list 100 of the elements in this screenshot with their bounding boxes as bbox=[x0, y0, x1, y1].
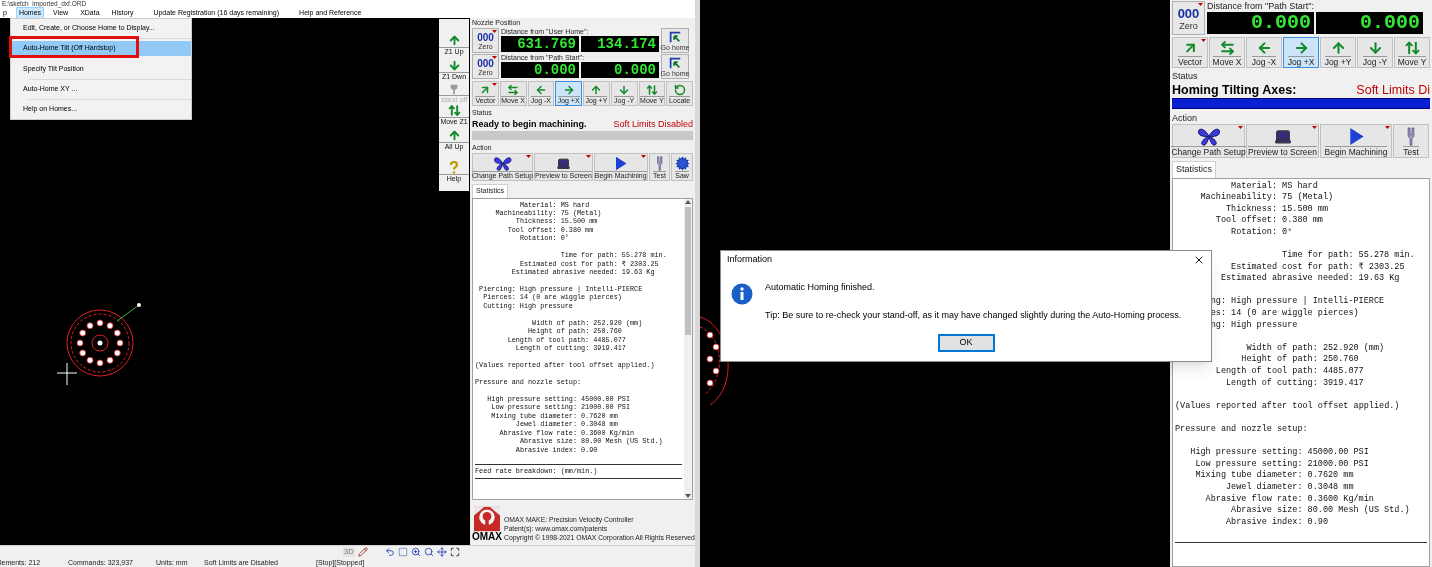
scroll-up-icon[interactable] bbox=[685, 198, 691, 205]
coordinate-display: 631.769 bbox=[501, 36, 579, 52]
right-arrow-icon bbox=[562, 84, 575, 96]
position-caption: Distance from "Path Start": bbox=[1207, 1, 1315, 12]
jog-button[interactable]: Jog -X bbox=[1246, 37, 1282, 68]
up-arrow-icon bbox=[447, 34, 461, 47]
corner-arrow-icon bbox=[668, 56, 682, 70]
up-down-arrow-icon bbox=[447, 104, 461, 117]
coordinate-display: 0.000 bbox=[1316, 12, 1423, 34]
action-button[interactable]: Test bbox=[1393, 124, 1429, 158]
statistics-line: Tool offset: 0.380 mm bbox=[1215, 215, 1323, 227]
zero-button[interactable]: 000 Zero bbox=[1172, 1, 1205, 35]
statistics-line: Width of path: 252.920 (mm) bbox=[1246, 342, 1385, 354]
dropdown-caret-icon bbox=[492, 30, 497, 33]
statistics-line: Abrasive index: 0.90 bbox=[1226, 516, 1329, 529]
select-rectangle-icon[interactable] bbox=[397, 547, 408, 557]
statistics-line: Jewel diameter: 0.3048 mm bbox=[1226, 481, 1354, 494]
laptop-icon bbox=[555, 156, 571, 171]
butterfly-icon bbox=[492, 156, 513, 171]
dropdown-caret-icon bbox=[1201, 39, 1206, 42]
statistics-tab[interactable]: Statistics bbox=[1172, 161, 1216, 178]
action-button[interactable]: Preview to Screen bbox=[1246, 124, 1319, 158]
up-arrow-icon bbox=[590, 84, 603, 96]
statistics-line: Abrasive flow rate: 0.3600 Kg/min bbox=[1205, 493, 1374, 505]
down-arrow-icon bbox=[447, 59, 461, 72]
corner-arrow-icon bbox=[668, 30, 682, 44]
jog-button[interactable]: Move Y bbox=[1394, 37, 1430, 68]
statistics-line: Time for path: 55.278 min. bbox=[1282, 250, 1415, 262]
scrollbar[interactable] bbox=[684, 198, 692, 499]
play-icon bbox=[613, 156, 629, 171]
logo-wordmark: OMAX bbox=[472, 532, 502, 542]
statistics-line: Estimated abrasive needed: 19.63 Kg bbox=[1220, 273, 1400, 285]
dropdown-caret-icon bbox=[585, 155, 591, 158]
up-arrow-icon bbox=[447, 129, 461, 142]
dropdown-caret-icon bbox=[1312, 126, 1317, 129]
close-icon bbox=[1193, 254, 1205, 266]
action-button[interactable]: Change Path Setup bbox=[1172, 124, 1245, 158]
scrollbar-thumb[interactable] bbox=[685, 206, 691, 335]
statistics-line: Machineability: 75 (Metal) bbox=[1200, 192, 1334, 204]
statistics-line: Material: MS hard bbox=[1231, 180, 1318, 192]
jog-button[interactable]: Jog +X bbox=[1283, 37, 1319, 68]
help-icon bbox=[449, 161, 459, 174]
dropdown-caret-icon bbox=[1198, 3, 1203, 6]
coordinate-display: 134.174 bbox=[581, 36, 659, 52]
dialog-title: Information bbox=[727, 253, 773, 267]
fit-view-icon[interactable] bbox=[449, 547, 460, 557]
down-arrow-icon bbox=[618, 84, 631, 96]
statistics-line: Rotation: 0° bbox=[1231, 226, 1293, 239]
up-down-arrow-icon bbox=[645, 84, 658, 96]
dropdown-caret-icon bbox=[526, 155, 531, 158]
statistics-line: Thickness: 15.500 mm bbox=[1226, 203, 1329, 215]
coordinate-display: 0.000 bbox=[1207, 12, 1314, 34]
nozzle-icon bbox=[1406, 127, 1416, 146]
statistics-line: Mixing tube diameter: 0.7620 mm bbox=[1195, 470, 1354, 482]
section-label: Action bbox=[1172, 113, 1198, 123]
statistics-line: Length of cutting: 3919.417 bbox=[1226, 377, 1364, 390]
left-right-arrow-icon bbox=[1218, 40, 1236, 56]
statistics-line: Abrasive size: 80.00 Mesh (US Std.) bbox=[1231, 505, 1410, 517]
jog-button[interactable]: Jog -Y bbox=[1357, 37, 1393, 68]
logo-icon bbox=[474, 506, 500, 532]
soft-limits-label: Soft Limits Di bbox=[1356, 83, 1430, 97]
dropdown-caret-icon bbox=[491, 83, 497, 86]
left-right-arrow-icon bbox=[507, 84, 520, 96]
statistics-line: Length of tool path: 4485.077 bbox=[1215, 366, 1364, 378]
laptop-icon bbox=[1272, 127, 1293, 146]
nozzle-icon bbox=[655, 156, 664, 171]
dialog-message: Automatic Homing finished. bbox=[765, 281, 876, 294]
statistics-line: Pressure and nozzle setup: bbox=[1175, 423, 1308, 436]
pan-icon[interactable] bbox=[436, 547, 447, 557]
pencil-icon[interactable] bbox=[357, 547, 368, 557]
coordinate-display: 0.000 bbox=[581, 62, 659, 78]
circular-arrow-icon bbox=[673, 84, 686, 96]
undo-icon[interactable] bbox=[384, 547, 395, 557]
dropdown-caret-icon bbox=[640, 155, 646, 158]
jog-button[interactable]: Vector bbox=[1172, 37, 1208, 68]
soft-limits-label: Soft Limits Disabled bbox=[613, 119, 693, 130]
search-icon[interactable] bbox=[423, 547, 434, 557]
statistics-line: Height of path: 250.760 bbox=[1241, 354, 1359, 366]
jog-button[interactable]: Move X bbox=[1209, 37, 1245, 68]
statistics-line: ng: High pressure | Intelli-PIERCE bbox=[1210, 296, 1385, 308]
jog-button[interactable]: Jog +Y bbox=[1320, 37, 1356, 68]
scroll-down-icon[interactable] bbox=[685, 493, 691, 499]
left-arrow-icon bbox=[534, 84, 547, 96]
statistics-line: Estimated cost for path: ₹ 2303.25 bbox=[1231, 261, 1405, 273]
ok-button[interactable]: OK bbox=[937, 333, 995, 352]
statistics-line: High pressure setting: 45000.00 PSI bbox=[1190, 447, 1369, 459]
standoff-icon bbox=[448, 84, 460, 95]
coordinate-display: 0.000 bbox=[501, 62, 579, 78]
statistics-line: (Values reported after tool offset applied.) bbox=[1175, 400, 1400, 413]
statistics-line: Low pressure setting: 21000.00 PSI bbox=[1195, 458, 1369, 470]
saw-icon bbox=[674, 156, 690, 171]
dropdown-caret-icon bbox=[492, 56, 497, 59]
dropdown-caret-icon bbox=[1385, 126, 1390, 129]
statistics-line: ng: High pressure bbox=[1210, 319, 1298, 332]
zoom-in-icon[interactable] bbox=[410, 547, 421, 557]
dialog-tip: Tip: Be sure to re-check your stand-off, as it may have changed slightly during the Auto-Homing process. bbox=[765, 308, 1182, 322]
butterfly-icon bbox=[1195, 127, 1222, 146]
section-label: Status bbox=[1172, 71, 1199, 81]
dropdown-caret-icon bbox=[1238, 126, 1243, 129]
action-button[interactable]: Begin Machining bbox=[1320, 124, 1392, 158]
